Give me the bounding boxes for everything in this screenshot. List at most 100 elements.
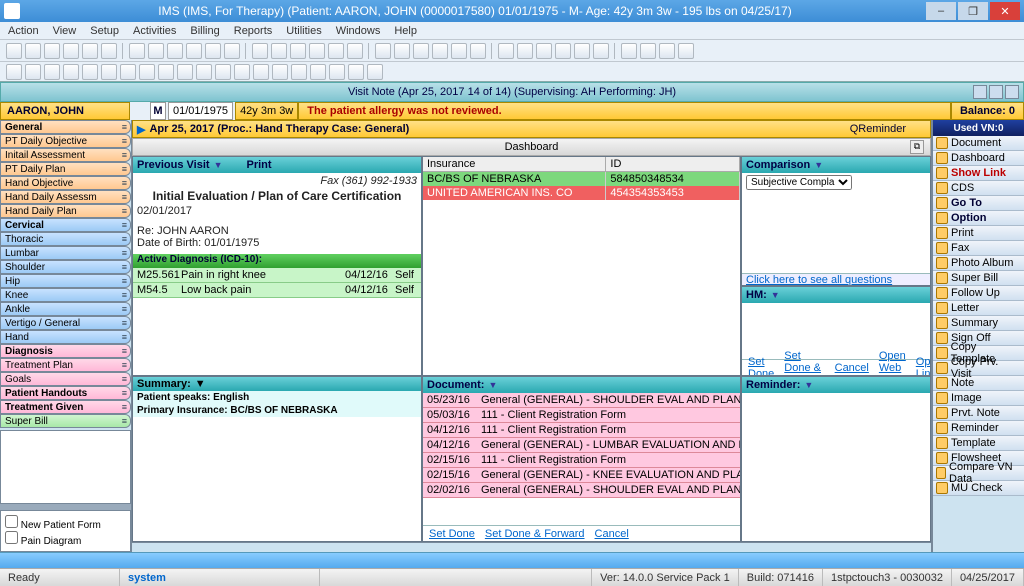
toolbar-button[interactable] [6,43,22,59]
rightnav-item[interactable]: Reminder [933,421,1024,436]
rightnav-item[interactable]: Compare VN Data [933,466,1024,481]
document-row[interactable]: 04/12/16111 - Client Registration Form [423,423,740,438]
diagnosis-row[interactable]: M25.561Pain in right knee04/12/16Self [133,268,421,283]
sidebar-item[interactable]: Hip≡ [0,274,131,288]
toolbar-button[interactable] [25,43,41,59]
menu-view[interactable]: View [53,25,77,37]
link[interactable]: Open Web Link [879,350,906,377]
menu-reports[interactable]: Reports [234,25,273,37]
toolbar-button[interactable] [593,43,609,59]
toolbar-button[interactable] [82,43,98,59]
rightnav-item[interactable]: Dashboard [933,151,1024,166]
comparison-select[interactable]: Subjective Compla [746,175,852,190]
print-link[interactable]: Print [246,159,271,171]
sidebar-item[interactable]: Lumbar≡ [0,246,131,260]
rightnav-item[interactable]: Letter [933,301,1024,316]
toolbar-button[interactable] [432,43,448,59]
expand-icon[interactable]: ≡ [122,206,127,216]
toolbar-button[interactable] [167,43,183,59]
rightnav-item[interactable]: Photo Album [933,256,1024,271]
maximize-button[interactable]: ❐ [958,2,988,20]
sidebar-item[interactable]: Treatment Plan≡ [0,358,131,372]
insurance-row[interactable]: UNITED AMERICAN INS. CO454354353453 [423,186,740,200]
toolbar-button[interactable] [328,43,344,59]
sidebar-item[interactable]: Knee≡ [0,288,131,302]
expand-icon[interactable]: ≡ [122,122,127,132]
toolbar-button[interactable] [329,64,345,80]
toolbar-button[interactable] [215,64,231,80]
document-row[interactable]: 05/03/16111 - Client Registration Form [423,408,740,423]
rightnav-item[interactable]: Go To [933,196,1024,211]
toolbar-button[interactable] [621,43,637,59]
minimize-button[interactable]: – [926,2,956,20]
see-all-questions-link[interactable]: Click here to see all questions [746,274,892,286]
toolbar-button[interactable] [63,64,79,80]
menu-help[interactable]: Help [394,25,417,37]
expand-icon[interactable]: ≡ [122,248,127,258]
toolbar-button[interactable] [375,43,391,59]
dashboard-close-icon[interactable]: ⧉ [910,140,924,154]
chevron-down-icon[interactable]: ▼ [214,160,223,170]
document-row[interactable]: 02/15/16General (GENERAL) - KNEE EVALUAT… [423,468,740,483]
link[interactable]: Cancel [835,362,869,374]
toolbar-button[interactable] [101,43,117,59]
toolbar-button[interactable] [120,64,136,80]
toolbar-button[interactable] [394,43,410,59]
expand-icon[interactable]: ▶ [137,123,145,136]
document-row[interactable]: 02/02/16General (GENERAL) - SHOULDER EVA… [423,483,740,498]
sidebar-item[interactable]: Ankle≡ [0,302,131,316]
expand-icon[interactable]: ≡ [122,290,127,300]
sidebar-item[interactable]: Shoulder≡ [0,260,131,274]
expand-icon[interactable]: ≡ [122,220,127,230]
toolbar-button[interactable] [253,64,269,80]
link[interactable]: Cancel [595,528,629,540]
expand-icon[interactable]: ≡ [122,346,127,356]
sidebar-item[interactable]: PT Daily Objective≡ [0,134,131,148]
toolbar-button[interactable] [25,64,41,80]
rightnav-item[interactable]: Document [933,136,1024,151]
toolbar-button[interactable] [234,64,250,80]
rightnav-item[interactable]: Template [933,436,1024,451]
sidebar-item[interactable]: Cervical≡ [0,218,131,232]
sidebar-item[interactable]: PT Daily Plan≡ [0,162,131,176]
toolbar-button[interactable] [6,64,22,80]
menu-activities[interactable]: Activities [133,25,176,37]
sidebar-item[interactable]: Treatment Given≡ [0,400,131,414]
menu-windows[interactable]: Windows [336,25,381,37]
toolbar-button[interactable] [348,64,364,80]
toolbar-button[interactable] [158,64,174,80]
toolbar-button[interactable] [82,64,98,80]
toolbar-button[interactable] [291,64,307,80]
toolbar-button[interactable] [205,43,221,59]
toolbar-button[interactable] [177,64,193,80]
sidebar-item[interactable]: Super Bill≡ [0,414,131,428]
toolbar-button[interactable] [129,43,145,59]
close-button[interactable]: ✕ [990,2,1020,20]
sidebar-item[interactable]: Initail Assessment≡ [0,148,131,162]
expand-icon[interactable]: ≡ [122,332,127,342]
menu-action[interactable]: Action [8,25,39,37]
expand-icon[interactable]: ≡ [122,192,127,202]
sidebar-item[interactable]: Hand Daily Plan≡ [0,204,131,218]
rightnav-item[interactable]: Follow Up [933,286,1024,301]
toolbar-button[interactable] [310,64,326,80]
expand-icon[interactable]: ≡ [122,416,127,426]
rightnav-item[interactable]: Prvt. Note [933,406,1024,421]
toolbar-button[interactable] [224,43,240,59]
toolbar-button[interactable] [290,43,306,59]
toolbar-button[interactable] [272,64,288,80]
link[interactable]: Set Done [429,528,475,540]
patient-name[interactable]: AARON, JOHN [0,102,130,120]
toolbar-button[interactable] [101,64,117,80]
document-row[interactable]: 05/23/16General (GENERAL) - SHOULDER EVA… [423,393,740,408]
toolbar-button[interactable] [63,43,79,59]
checkbox[interactable] [5,531,18,544]
expand-icon[interactable]: ≡ [122,388,127,398]
toolbar-button[interactable] [517,43,533,59]
expand-icon[interactable]: ≡ [122,402,127,412]
expand-icon[interactable]: ≡ [122,318,127,328]
insurance-row[interactable]: BC/BS OF NEBRASKA584850348534 [423,172,740,186]
link[interactable]: Open Linked [916,356,931,377]
toolbar-button[interactable] [536,43,552,59]
toolbar-button[interactable] [196,64,212,80]
